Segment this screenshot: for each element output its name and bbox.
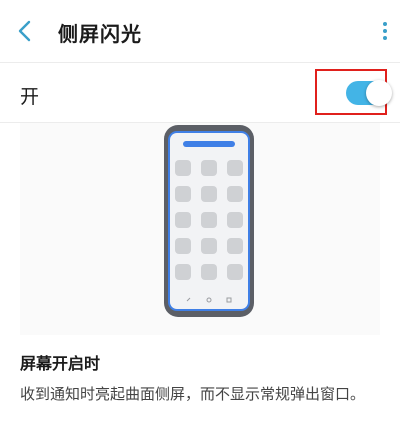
switch-knob	[366, 80, 392, 106]
page-title: 侧屏闪光	[58, 22, 142, 46]
phone-illustration	[164, 125, 254, 317]
app-header: 侧屏闪光	[0, 0, 400, 62]
more-dot	[383, 29, 387, 33]
more-options-button[interactable]	[374, 14, 396, 48]
chevron-left-icon	[18, 20, 31, 42]
edge-flash-switch[interactable]	[346, 80, 392, 106]
section-title: 屏幕开启时	[20, 354, 101, 373]
toggle-row[interactable]: 开	[0, 66, 400, 122]
section-description: 收到通知时亮起曲面侧屏，而不显示常规弹出窗口。	[20, 385, 366, 403]
more-dot	[383, 36, 387, 40]
back-button[interactable]	[8, 14, 42, 48]
more-vertical-icon	[383, 22, 387, 26]
divider	[0, 62, 400, 63]
toggle-label: 开	[20, 86, 40, 108]
